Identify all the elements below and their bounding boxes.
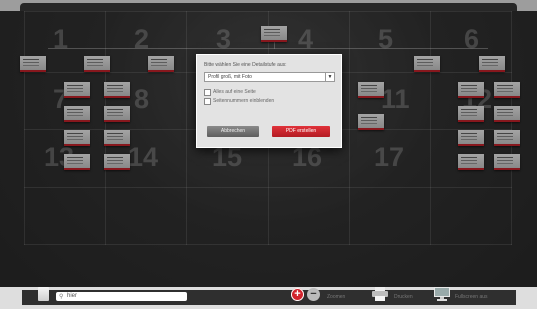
cancel-button[interactable]: Abbrechen (207, 126, 259, 137)
pdf-export-dialog: Bitte wählen Sie eine Detailstufe aus: P… (196, 54, 342, 148)
dialog-title: Bitte wählen Sie eine Detailstufe aus: (204, 62, 287, 68)
one-page-label: Alles auf eine Seite (213, 89, 256, 95)
search-value: hier (67, 293, 78, 299)
page-numbers-label: Seitennummern einblenden (213, 98, 275, 104)
modal-overlay (0, 0, 537, 309)
zoom-in-button[interactable]: + (291, 288, 304, 301)
zoom-label: Zoomen (327, 294, 346, 300)
chevron-down-icon[interactable]: ▼ (325, 73, 334, 81)
document-icon[interactable] (38, 287, 49, 301)
detail-level-value: Profil groß, mit Foto (208, 74, 252, 80)
printer-icon[interactable] (372, 287, 388, 301)
search-input[interactable]: ⚲ hier (56, 292, 187, 301)
zoom-out-button[interactable]: − (307, 288, 320, 301)
search-icon: ⚲ (59, 294, 64, 300)
one-page-checkbox[interactable] (204, 89, 211, 96)
page-numbers-checkbox[interactable] (204, 98, 211, 105)
fullscreen-label: Fullscreen aus (455, 294, 488, 300)
org-chart-stage: 1 2 3 4 5 6 7 8 11 12 13 14 15 16 17 Bit… (0, 0, 537, 309)
monitor-icon[interactable] (434, 287, 450, 301)
print-label: Drucken (394, 294, 413, 300)
detail-level-select[interactable]: Profil groß, mit Foto ▼ (204, 72, 335, 82)
create-pdf-button[interactable]: PDF erstellen (272, 126, 330, 137)
